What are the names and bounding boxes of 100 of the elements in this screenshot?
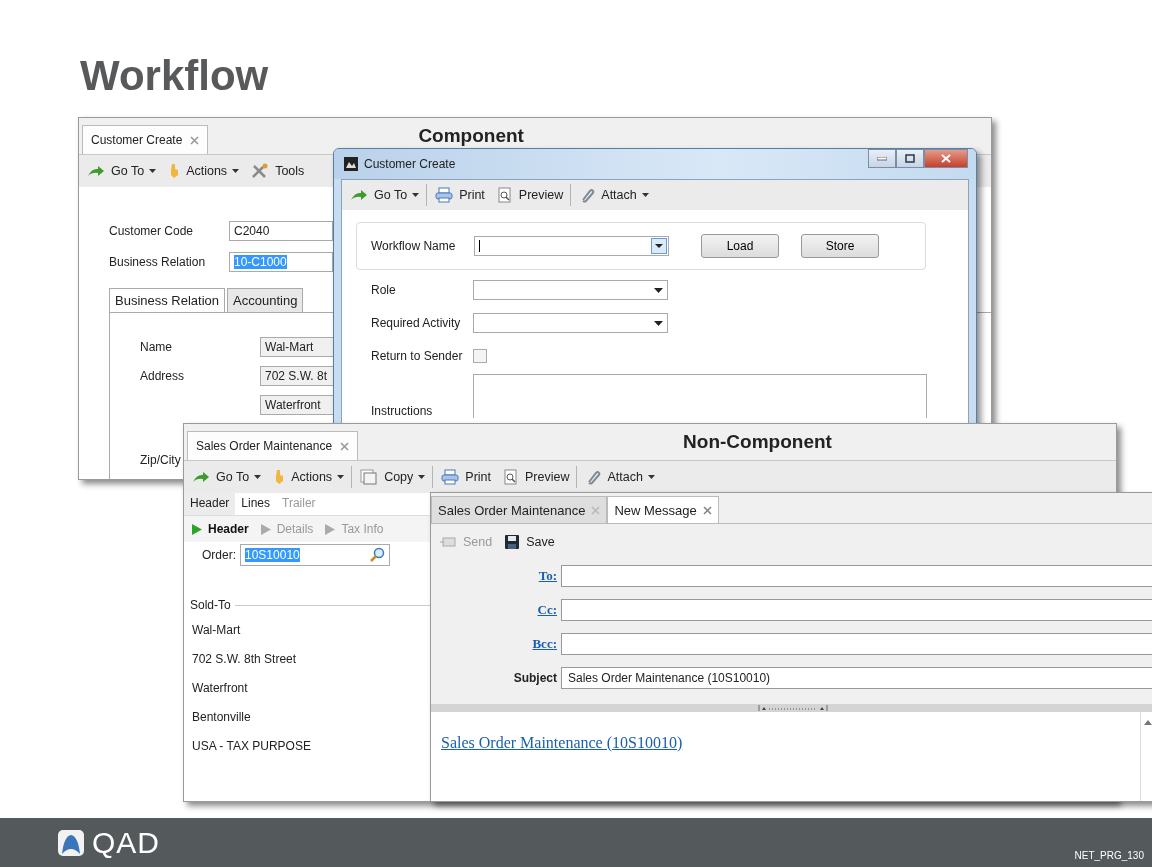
paperclip-icon: [579, 187, 596, 203]
close-icon: [941, 154, 951, 163]
caret-icon: [412, 193, 420, 197]
window-title: Customer Create: [364, 157, 456, 171]
section-tab[interactable]: Lines: [235, 493, 277, 515]
dropdown-icon: [654, 287, 663, 293]
caret-icon: [337, 475, 345, 479]
caption-label: Component: [418, 125, 524, 147]
text-field[interactable]: C2040: [229, 221, 333, 241]
field-label: Zip/City: [140, 453, 182, 467]
dialog-button[interactable]: Load: [701, 234, 779, 258]
text-field[interactable]: Sales Order Maintenance (10S10010): [561, 667, 1152, 689]
field-label: Name: [140, 340, 172, 354]
toolbar-button[interactable]: Save: [500, 534, 559, 550]
text-field[interactable]: [561, 599, 1152, 621]
field-label: Required Activity: [371, 316, 462, 330]
play-icon: [325, 523, 336, 535]
splitter-handle[interactable]: [431, 704, 1152, 712]
caret-icon: [647, 475, 655, 479]
maximize-button[interactable]: [896, 149, 924, 168]
scrollbar[interactable]: [1140, 712, 1152, 801]
toolbar-button[interactable]: Go To: [346, 184, 428, 206]
toolbar-button[interactable]: Tools: [247, 163, 309, 179]
toolbar-button[interactable]: Attach: [575, 187, 653, 203]
preview-icon: [496, 187, 513, 203]
text-field[interactable]: [561, 565, 1152, 587]
pointer-icon: [273, 469, 286, 485]
toolbar-button[interactable]: Preview: [492, 184, 572, 206]
arrow-icon: [192, 471, 210, 483]
maximize-icon: [905, 154, 915, 163]
play-icon: [260, 523, 271, 535]
caret-icon: [232, 169, 240, 173]
toolbar-button[interactable]: Go To: [83, 164, 161, 178]
section-tab[interactable]: Accounting: [227, 288, 304, 312]
section-tab[interactable]: Business Relation: [109, 288, 226, 312]
recipient-link[interactable]: Cc:: [537, 602, 557, 617]
combo-box[interactable]: [473, 313, 668, 333]
document-tab[interactable]: Customer Create: [82, 125, 209, 154]
address-line: USA - TAX PURPOSE: [191, 738, 312, 755]
field-label: Address: [140, 369, 185, 383]
address-line: Waterfront: [191, 680, 249, 697]
dialog-button[interactable]: Store: [801, 234, 879, 258]
scroll-arrow-icon[interactable]: [1144, 720, 1152, 725]
address-line: 702 S.W. 8th Street: [191, 651, 298, 668]
document-tab[interactable]: Sales Order Maintenance: [431, 496, 608, 523]
toolbar-button[interactable]: Actions: [269, 466, 353, 488]
text-field[interactable]: Wal-Mart: [260, 337, 336, 357]
step-link[interactable]: Header: [192, 522, 249, 536]
checkbox-label: Return to Sender: [371, 349, 464, 363]
preview-icon: [503, 469, 519, 485]
paperclip-icon: [585, 469, 602, 485]
close-icon[interactable]: [340, 441, 350, 451]
field-label: Business Relation: [109, 255, 207, 269]
field-label: Customer Code: [109, 224, 195, 238]
toolbar-button[interactable]: Print: [431, 187, 489, 203]
logo-text: QAD: [92, 825, 160, 860]
close-icon[interactable]: [591, 505, 601, 515]
logo-icon: [58, 829, 84, 856]
toolbar-button[interactable]: Preview: [499, 466, 578, 488]
caret-icon: [418, 475, 426, 479]
text-field[interactable]: 702 S.W. 8t: [260, 366, 336, 386]
text-field[interactable]: [561, 633, 1152, 655]
close-icon[interactable]: [190, 135, 200, 145]
arrow-icon: [87, 165, 105, 177]
play-icon: [192, 523, 202, 535]
arrow-icon: [350, 189, 368, 201]
toolbar-button[interactable]: Attach: [581, 469, 659, 485]
dropdown-icon: [654, 320, 663, 326]
combo-box[interactable]: [473, 280, 668, 300]
close-icon[interactable]: [702, 505, 712, 515]
dropdown-icon: [651, 238, 667, 254]
slide-title: Workflow: [79, 51, 270, 101]
minimize-button[interactable]: [868, 149, 896, 168]
pointer-icon: [168, 163, 181, 179]
field-label: Role: [371, 283, 397, 297]
field-label: Order:: [202, 548, 236, 562]
close-button[interactable]: [924, 149, 968, 168]
recipient-link[interactable]: To:: [538, 568, 557, 583]
section-tab[interactable]: Header: [184, 493, 236, 515]
toolbar-button[interactable]: Copy: [356, 466, 434, 488]
caret-icon: [149, 169, 157, 173]
text-area[interactable]: [473, 374, 927, 418]
text-field[interactable]: Waterfront: [260, 395, 336, 415]
field-label: Subject: [513, 671, 557, 685]
toolbar-button[interactable]: Print: [437, 469, 495, 485]
combo-box[interactable]: [474, 236, 669, 256]
app-icon: [344, 157, 358, 171]
print-icon: [441, 469, 460, 485]
checkbox[interactable]: [473, 349, 487, 363]
search-icon: [369, 547, 385, 563]
save-icon: [504, 534, 521, 550]
toolbar-button[interactable]: Go To: [188, 470, 266, 484]
caption-label: Non-Component: [683, 431, 832, 453]
document-tab[interactable]: New Message: [607, 496, 719, 523]
send-icon: [439, 536, 457, 548]
document-tab[interactable]: Sales Order Maintenance: [187, 431, 359, 460]
recipient-link[interactable]: Bcc:: [532, 636, 557, 651]
field-label: Instructions: [371, 404, 434, 418]
toolbar-button[interactable]: Actions: [164, 163, 244, 179]
caret-icon: [641, 193, 649, 197]
